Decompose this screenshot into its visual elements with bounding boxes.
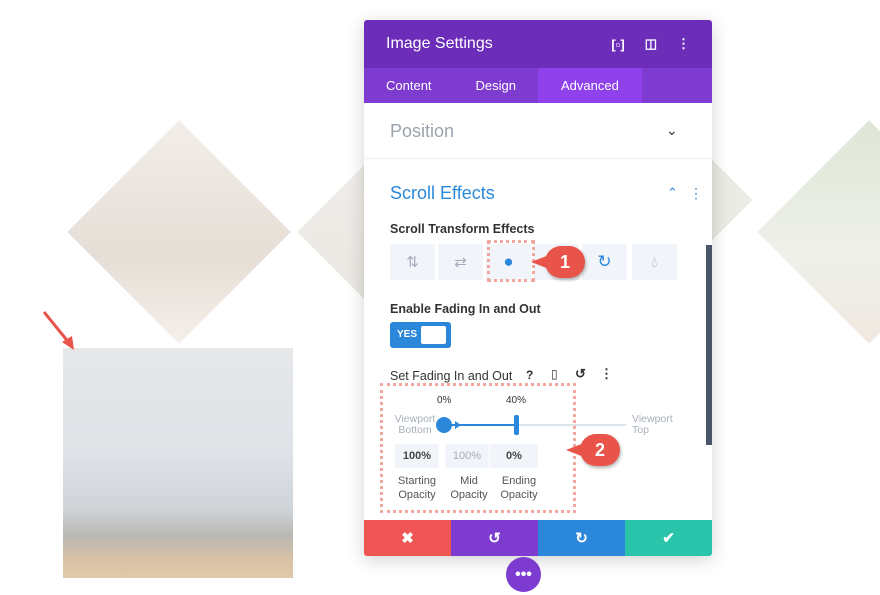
viewport-bottom-label: Viewport Bottom bbox=[394, 413, 436, 436]
save-icon: ✔ bbox=[662, 530, 675, 547]
ending-opacity-label: Ending Opacity bbox=[500, 475, 538, 501]
tab-design[interactable]: Design bbox=[454, 68, 538, 103]
more-vertical-icon[interactable]: ⋮ bbox=[600, 366, 613, 382]
end-percent: 40% bbox=[506, 395, 527, 406]
save-button[interactable]: ✔ bbox=[625, 520, 712, 556]
highlight-box bbox=[487, 240, 535, 282]
enable-fading-label: Enable Fading In and Out bbox=[390, 302, 541, 316]
start-percent: 0% bbox=[437, 395, 452, 406]
reset-icon[interactable]: ↺ bbox=[575, 366, 586, 382]
callout-badge-1: 1 bbox=[531, 246, 585, 278]
more-options-button[interactable]: ••• bbox=[506, 557, 541, 592]
mid-opacity-label: Mid Opacity bbox=[450, 475, 488, 501]
split-view-icon[interactable]: ◫ bbox=[645, 36, 657, 52]
cancel-button[interactable]: ✖ bbox=[364, 520, 451, 556]
fullscreen-icon[interactable]: [▫] bbox=[611, 37, 624, 52]
viewport-top-label: Viewport Top bbox=[632, 413, 673, 436]
ending-opacity-input[interactable]: 0% bbox=[490, 444, 538, 468]
callout-badge-2: 2 bbox=[566, 434, 620, 466]
more-horizontal-icon: ••• bbox=[515, 565, 532, 583]
horizontal-motion-icon[interactable]: ⇄ bbox=[438, 244, 483, 280]
toggle-label: YES bbox=[397, 329, 418, 340]
starting-opacity-input[interactable]: 100% bbox=[395, 444, 439, 468]
set-fading-label: Set Fading In and Out bbox=[390, 369, 513, 383]
mobile-icon[interactable]: ▯ bbox=[551, 367, 558, 381]
divider bbox=[364, 158, 712, 159]
scroll-transform-label: Scroll Transform Effects bbox=[390, 222, 535, 236]
image-settings-panel: Image Settings [▫] ◫ ⋮ Content Design Ad… bbox=[364, 20, 712, 556]
vertical-motion-icon[interactable]: ⇅ bbox=[390, 244, 435, 280]
mid-slider-handle[interactable] bbox=[455, 421, 461, 429]
redo-icon: ↻ bbox=[575, 530, 588, 547]
blur-icon[interactable]: 💧︎ bbox=[632, 244, 677, 280]
cancel-icon: ✖ bbox=[401, 530, 414, 547]
undo-icon: ↺ bbox=[488, 530, 501, 547]
more-vertical-icon[interactable]: ⋮ bbox=[677, 36, 690, 52]
diamond-image bbox=[67, 120, 291, 344]
rotate-icon[interactable]: ↻ bbox=[582, 244, 627, 280]
tab-advanced[interactable]: Advanced bbox=[538, 68, 642, 103]
scroll-effects-title[interactable]: Scroll Effects bbox=[390, 183, 495, 204]
chevron-up-icon[interactable]: ⌃ bbox=[667, 185, 678, 201]
position-section-toggle[interactable]: Position bbox=[390, 121, 454, 142]
mid-opacity-input[interactable]: 100% bbox=[445, 444, 489, 468]
more-vertical-icon[interactable]: ⋮ bbox=[689, 185, 703, 202]
starting-opacity-label: Starting Opacity bbox=[398, 475, 436, 501]
start-slider-handle[interactable] bbox=[436, 417, 452, 433]
tab-content[interactable]: Content bbox=[364, 68, 454, 103]
panel-title: Image Settings bbox=[386, 35, 493, 52]
redo-button[interactable]: ↻ bbox=[538, 520, 625, 556]
scrollbar[interactable] bbox=[706, 245, 712, 445]
pillow-image bbox=[63, 348, 293, 578]
toggle-knob bbox=[421, 326, 446, 344]
enable-fading-toggle[interactable]: YES bbox=[390, 322, 451, 348]
undo-button[interactable]: ↺ bbox=[451, 520, 538, 556]
chevron-down-icon[interactable]: ⌄ bbox=[666, 122, 678, 139]
end-slider-handle[interactable] bbox=[514, 415, 519, 435]
tab-bar: Content Design Advanced bbox=[364, 68, 712, 103]
panel-header: Image Settings [▫] ◫ ⋮ bbox=[364, 20, 712, 68]
red-arrow-icon bbox=[42, 311, 74, 350]
help-icon[interactable]: ? bbox=[526, 368, 533, 382]
diamond-image bbox=[757, 120, 880, 344]
